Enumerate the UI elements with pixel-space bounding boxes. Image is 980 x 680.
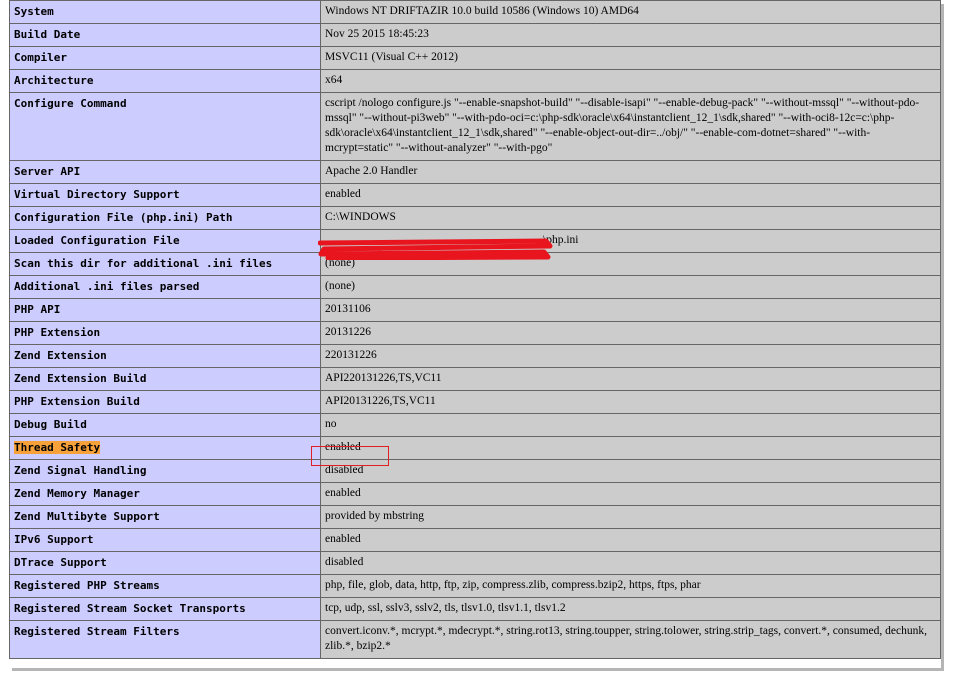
row-value: \php.ini xyxy=(320,229,941,253)
row-label: PHP API xyxy=(9,298,321,322)
row-label: Architecture xyxy=(9,69,321,93)
table-row: Additional .ini files parsed (none) xyxy=(9,275,941,299)
row-value: php, file, glob, data, http, ftp, zip, c… xyxy=(320,574,941,598)
table-row: Zend Memory Manager enabled xyxy=(9,482,941,506)
row-label: Debug Build xyxy=(9,413,321,437)
table-row: Scan this dir for additional .ini files(… xyxy=(9,252,941,276)
table-row: Registered PHP Streams php, file, glob, d… xyxy=(9,574,941,598)
table-row: PHP Extension 20131226 xyxy=(9,321,941,345)
row-label: Thread Safety xyxy=(9,436,321,460)
row-value: provided by mbstring xyxy=(320,505,941,529)
row-value: enabled xyxy=(320,482,941,506)
row-value: cscript /nologo configure.js "--enable-s… xyxy=(320,92,941,161)
row-label: Additional .ini files parsed xyxy=(9,275,321,299)
row-value: disabled xyxy=(320,459,941,483)
table-row: Zend Extension Build API220131226,TS,VC11 xyxy=(9,367,941,391)
row-value: Apache 2.0 Handler xyxy=(320,160,941,184)
table-row: Loaded Configuration File \php.ini xyxy=(9,229,941,253)
thread-safety-highlight: Thread Safety xyxy=(14,441,101,454)
table-row: Virtual Directory Support enabled xyxy=(9,183,941,207)
row-label: Server API xyxy=(9,160,321,184)
row-value: 20131226 xyxy=(320,321,941,345)
table-row: Architecture x64 xyxy=(9,69,941,93)
table-row: PHP Extension Build API20131226,TS,VC11 xyxy=(9,390,941,414)
row-label: Virtual Directory Support xyxy=(9,183,321,207)
phpinfo-table: System Windows NT DRIFTAZIR 10.0 build 10… xyxy=(9,0,941,659)
table-row: System Windows NT DRIFTAZIR 10.0 build 10… xyxy=(9,0,941,24)
row-label: Build Date xyxy=(9,23,321,47)
table-row-thread-safety: Thread Safety enabled xyxy=(9,436,941,460)
table-row: Zend Extension 220131226 xyxy=(9,344,941,368)
row-value: (none) xyxy=(320,252,941,276)
row-label: Zend Memory Manager xyxy=(9,482,321,506)
row-value: Nov 25 2015 18:45:23 xyxy=(320,23,941,47)
row-value: API220131226,TS,VC11 xyxy=(320,367,941,391)
row-label: Zend Extension Build xyxy=(9,367,321,391)
table-row: IPv6 Support enabled xyxy=(9,528,941,552)
table-row: PHP API 20131106 xyxy=(9,298,941,322)
row-label: Configure Command xyxy=(9,92,321,161)
row-value: enabled xyxy=(320,183,941,207)
row-label: Scan this dir for additional .ini files xyxy=(9,252,321,276)
table-row: Zend Signal Handling disabled xyxy=(9,459,941,483)
row-value: x64 xyxy=(320,69,941,93)
row-value: no xyxy=(320,413,941,437)
row-value: (none) xyxy=(320,275,941,299)
table-row: DTrace Support disabled xyxy=(9,551,941,575)
row-label: DTrace Support xyxy=(9,551,321,575)
phpinfo-table-container: System Windows NT DRIFTAZIR 10.0 build 10… xyxy=(9,0,941,659)
row-label: Zend Signal Handling xyxy=(9,459,321,483)
table-row: Compiler MSVC11 (Visual C++ 2012) xyxy=(9,46,941,70)
row-label: System xyxy=(9,0,321,24)
row-label: IPv6 Support xyxy=(9,528,321,552)
table-row: Zend Multibyte Support provided by mbstri… xyxy=(9,505,941,529)
row-label: PHP Extension Build xyxy=(9,390,321,414)
row-value: enabled xyxy=(320,528,941,552)
ini-filename: \php.ini xyxy=(543,234,579,246)
table-row: Server API Apache 2.0 Handler xyxy=(9,160,941,184)
row-label: Zend Extension xyxy=(9,344,321,368)
table-row: Configure Command cscript /nologo configu… xyxy=(9,92,941,161)
row-value: C:\WINDOWS xyxy=(320,206,941,230)
row-label: Configuration File (php.ini) Path xyxy=(9,206,321,230)
row-value: enabled xyxy=(320,436,941,460)
row-label: Registered PHP Streams xyxy=(9,574,321,598)
row-label: PHP Extension xyxy=(9,321,321,345)
row-value: 20131106 xyxy=(320,298,941,322)
row-value: MSVC11 (Visual C++ 2012) xyxy=(320,46,941,70)
table-row: Debug Build no xyxy=(9,413,941,437)
table-shadow-bottom xyxy=(12,668,944,671)
row-value: 220131226 xyxy=(320,344,941,368)
row-value: convert.iconv.*, mcrypt.*, mdecrypt.*, s… xyxy=(320,620,941,659)
table-row: Build Date Nov 25 2015 18:45:23 xyxy=(9,23,941,47)
row-value: API20131226,TS,VC11 xyxy=(320,390,941,414)
table-row: Registered Stream Socket Transports tcp, … xyxy=(9,597,941,621)
row-label: Zend Multibyte Support xyxy=(9,505,321,529)
row-value: tcp, udp, ssl, sslv3, sslv2, tls, tlsv1.… xyxy=(320,597,941,621)
row-value: disabled xyxy=(320,551,941,575)
row-label: Loaded Configuration File xyxy=(9,229,321,253)
row-label: Registered Stream Filters xyxy=(9,620,321,659)
table-shadow-right xyxy=(941,4,944,670)
row-label: Registered Stream Socket Transports xyxy=(9,597,321,621)
row-label: Compiler xyxy=(9,46,321,70)
table-row: Configuration File (php.ini) Path C:\WIND… xyxy=(9,206,941,230)
table-row: Registered Stream Filters convert.iconv.*… xyxy=(9,620,941,659)
row-value: Windows NT DRIFTAZIR 10.0 build 10586 (W… xyxy=(320,0,941,24)
